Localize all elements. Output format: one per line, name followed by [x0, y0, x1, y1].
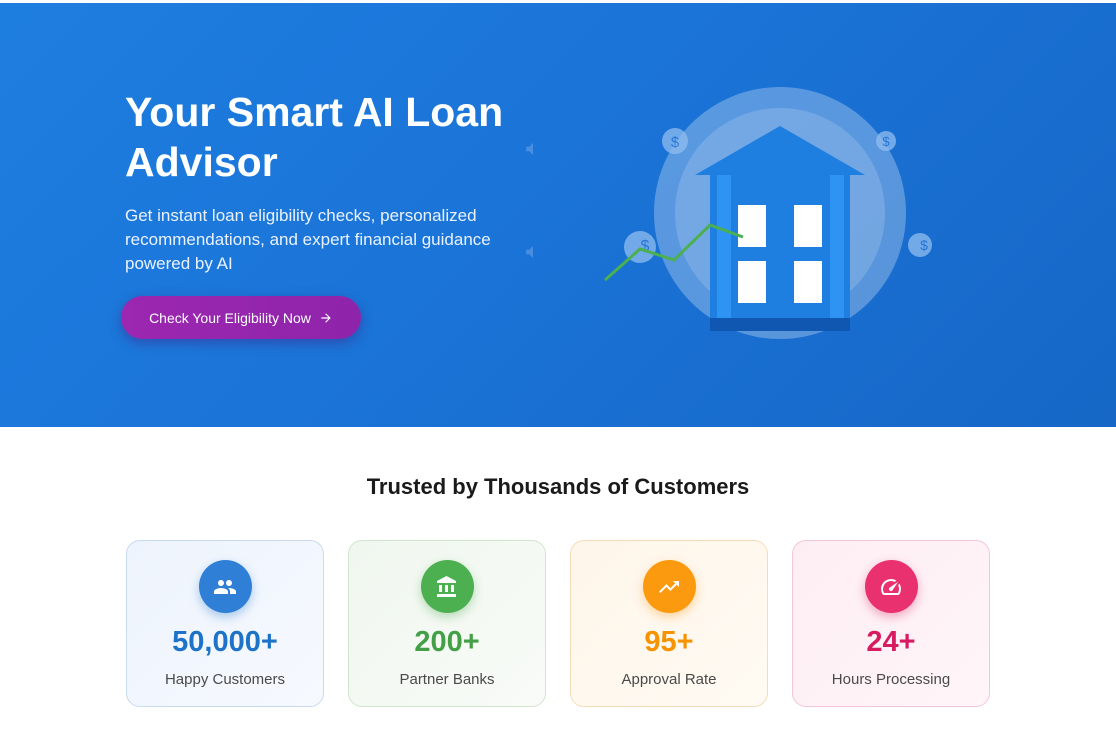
svg-text:$: $	[671, 134, 680, 151]
stat-label: Approval Rate	[621, 671, 717, 688]
icon-circle	[864, 560, 918, 613]
coin-icon: $	[662, 128, 688, 154]
stat-value: 95+	[644, 626, 694, 658]
hero-section: Your Smart AI Loan Advisor Get instant l…	[0, 3, 1116, 427]
coin-icon: $	[908, 233, 932, 257]
people-icon	[214, 579, 236, 594]
speedometer-icon	[881, 578, 901, 595]
hero-subtitle: Get instant loan eligibility checks, per…	[125, 206, 491, 273]
svg-text:$: $	[882, 134, 890, 149]
coin-icon: $	[876, 131, 896, 151]
hero-title: Your Smart AI Loan Advisor	[125, 89, 504, 185]
stats-title: Trusted by Thousands of Customers	[366, 474, 750, 499]
stat-card-banks: 200+ Partner Banks	[348, 540, 546, 707]
stat-card-hours: 24+ Hours Processing	[792, 540, 990, 707]
check-eligibility-label: Check Your Eligibility Now	[149, 309, 311, 326]
stat-label: Hours Processing	[831, 671, 951, 688]
stat-value: 24+	[866, 626, 916, 658]
check-eligibility-button[interactable]: Check Your Eligibility Now	[121, 296, 361, 339]
bank-icon	[437, 575, 456, 597]
arrow-right-icon	[321, 312, 331, 323]
stat-card-customers: 50,000+ Happy Customers	[126, 540, 324, 707]
speaker-deco-icon	[526, 246, 533, 258]
icon-circle	[198, 560, 252, 613]
icon-circle	[642, 560, 696, 613]
svg-text:$: $	[920, 237, 928, 253]
stat-label: Partner Banks	[399, 671, 495, 688]
bank-building-illustration: $ $ $ $	[604, 87, 932, 339]
stat-value: 200+	[414, 626, 480, 658]
stat-label: Happy Customers	[164, 671, 286, 688]
trending-up-icon	[659, 580, 679, 593]
stat-value: 50,000+	[172, 626, 278, 658]
icon-circle	[420, 560, 474, 613]
stat-card-approval: 95+ Approval Rate	[570, 540, 768, 707]
